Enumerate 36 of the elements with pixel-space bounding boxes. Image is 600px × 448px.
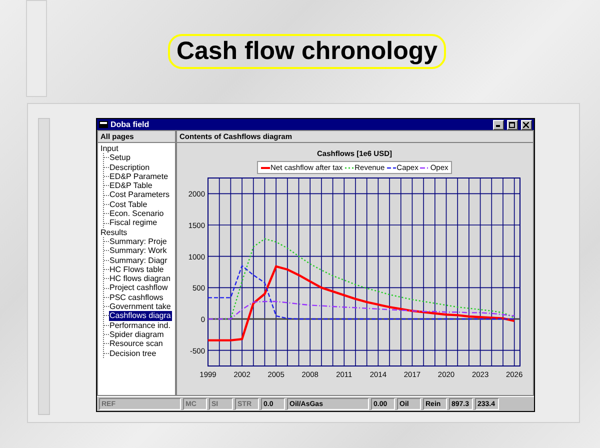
- minimize-icon: [496, 122, 500, 127]
- tree-item[interactable]: Setup: [108, 153, 132, 163]
- tree-item[interactable]: Cost Table: [108, 200, 148, 210]
- tree-item[interactable]: ED&P Table: [108, 181, 154, 190]
- minimize-button[interactable]: [492, 120, 504, 130]
- close-button[interactable]: [520, 120, 532, 130]
- tree-item[interactable]: PSC cashflows: [108, 292, 164, 302]
- tree-item[interactable]: Resource scan: [108, 339, 164, 349]
- app-icon: [98, 121, 108, 128]
- maximize-button[interactable]: [506, 120, 518, 130]
- maximize-icon: [509, 122, 515, 128]
- legend-swatch: [344, 166, 354, 170]
- legend-swatch: [420, 166, 430, 170]
- tree-item[interactable]: Results: [100, 228, 128, 237]
- tree-item[interactable]: Description: [108, 162, 151, 172]
- tree-item[interactable]: HC flows diagran: [108, 274, 172, 284]
- window-title: Doba field: [110, 120, 150, 129]
- legend-swatch: [260, 166, 270, 170]
- tree-item[interactable]: Performance ind.: [108, 320, 172, 330]
- tree-item[interactable]: Cashflows diagra: [108, 311, 172, 321]
- tree-item[interactable]: Summary: Work: [108, 246, 168, 256]
- tree-item[interactable]: Decision tree: [108, 348, 158, 358]
- tree-item[interactable]: Summary: Diagr: [108, 256, 168, 265]
- tree-item[interactable]: ED&P Paramete: [108, 172, 170, 182]
- tree-item[interactable]: Fiscal regime: [108, 218, 158, 228]
- tree-item[interactable]: Cost Parameters: [108, 190, 171, 200]
- legend-swatch: [386, 166, 396, 170]
- slide-title: Cash flow chronology: [168, 34, 446, 69]
- tree-item[interactable]: Input: [100, 144, 120, 154]
- tree-item[interactable]: Summary: Proje: [108, 236, 168, 246]
- tree-item[interactable]: Government take: [108, 302, 172, 312]
- tree-item[interactable]: Spider diagram: [108, 330, 165, 340]
- tree-item[interactable]: Econ. Scenario: [108, 209, 165, 218]
- close-icon: [523, 122, 529, 128]
- tree-item[interactable]: HC Flows table: [108, 264, 165, 274]
- tree-item[interactable]: Project cashflow: [108, 283, 169, 293]
